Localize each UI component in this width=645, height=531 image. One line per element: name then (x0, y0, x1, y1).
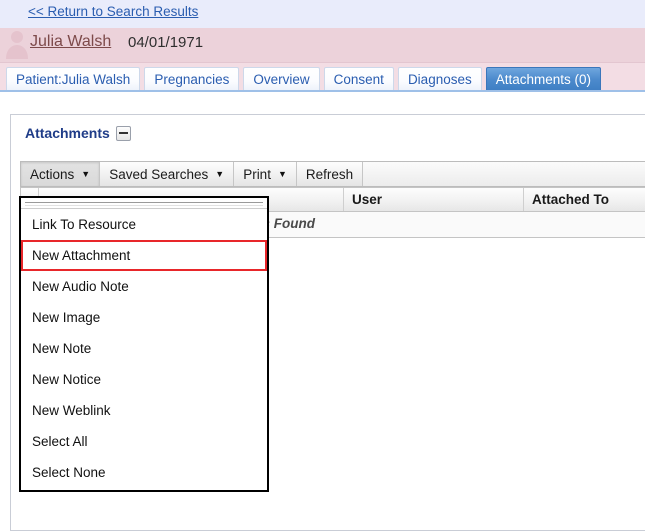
toolbar-filler (363, 162, 645, 186)
actions-button-label: Actions (30, 166, 75, 182)
minus-icon[interactable] (115, 125, 131, 141)
menu-item-label: Link To Resource (32, 217, 137, 232)
chevron-down-icon: ▼ (81, 168, 91, 179)
tab-pregnancies[interactable]: Pregnancies (144, 67, 240, 90)
panel-title-label: Attachments (25, 125, 110, 141)
tab-overview[interactable]: Overview (243, 67, 320, 90)
tab-consent-label: Consent (333, 72, 384, 87)
tab-overview-label: Overview (253, 72, 310, 87)
tab-attachments-label: Attachments (0) (495, 72, 592, 87)
chevron-down-icon: ▼ (215, 168, 225, 179)
patient-name-link[interactable]: Julia Walsh (30, 33, 111, 51)
tab-diagnoses[interactable]: Diagnoses (397, 67, 482, 90)
tab-pregnancies-label: Pregnancies (154, 72, 230, 87)
menu-item-label: New Weblink (32, 403, 111, 418)
patient-tab-bar: Patient:Julia Walsh Pregnancies Overview… (0, 63, 645, 92)
menu-item-select-none[interactable]: Select None (21, 457, 267, 488)
attachments-toolbar: Actions ▼ Saved Searches ▼ Print ▼ Refre… (20, 161, 645, 187)
menu-item-new-image[interactable]: New Image (21, 302, 267, 333)
column-header-attached-to[interactable]: Attached To (524, 188, 645, 211)
patient-silhouette-icon (6, 31, 28, 59)
actions-button[interactable]: Actions ▼ (21, 162, 101, 186)
menu-item-select-all[interactable]: Select All (21, 426, 267, 457)
menu-item-label: New Audio Note (32, 279, 129, 294)
menu-item-label: Select All (32, 434, 88, 449)
menu-item-label: New Note (32, 341, 92, 356)
menu-item-link-to-resource[interactable]: Link To Resource (21, 209, 267, 240)
print-button[interactable]: Print ▼ (234, 162, 297, 186)
refresh-button[interactable]: Refresh (296, 162, 364, 186)
menu-item-new-weblink[interactable]: New Weblink (21, 395, 267, 426)
saved-searches-button-label: Saved Searches (109, 166, 209, 182)
menu-item-new-notice[interactable]: New Notice (21, 364, 267, 395)
patient-header-band: Julia Walsh 04/01/1971 (0, 28, 645, 63)
top-navigation-band: << Return to Search Results (0, 0, 645, 28)
column-header-user[interactable]: User (344, 188, 524, 211)
tab-patient[interactable]: Patient:Julia Walsh (6, 67, 141, 90)
print-button-label: Print (243, 166, 271, 182)
menu-item-new-attachment[interactable]: New Attachment (21, 240, 267, 271)
saved-searches-button[interactable]: Saved Searches ▼ (100, 162, 235, 186)
menu-item-label: New Attachment (32, 248, 131, 263)
menu-item-label: New Image (32, 310, 101, 325)
tab-diagnoses-label: Diagnoses (407, 72, 472, 87)
menu-item-label: New Notice (32, 372, 102, 387)
tab-consent[interactable]: Consent (323, 67, 394, 90)
actions-dropdown-menu: Link To Resource New Attachment New Audi… (19, 196, 269, 492)
menu-item-label: Select None (32, 465, 106, 480)
return-to-search-results-link[interactable]: << Return to Search Results (28, 4, 198, 19)
menu-item-new-note[interactable]: New Note (21, 333, 267, 364)
menu-grip-handle[interactable] (21, 198, 267, 209)
tab-attachments[interactable]: Attachments (0) (485, 67, 602, 90)
patient-date-of-birth: 04/01/1971 (128, 34, 204, 51)
menu-item-new-audio-note[interactable]: New Audio Note (21, 271, 267, 302)
chevron-down-icon: ▼ (277, 168, 287, 179)
refresh-button-label: Refresh (305, 166, 354, 182)
tab-patient-label: Patient:Julia Walsh (16, 72, 131, 87)
attachments-panel-header: Attachments (25, 125, 135, 141)
